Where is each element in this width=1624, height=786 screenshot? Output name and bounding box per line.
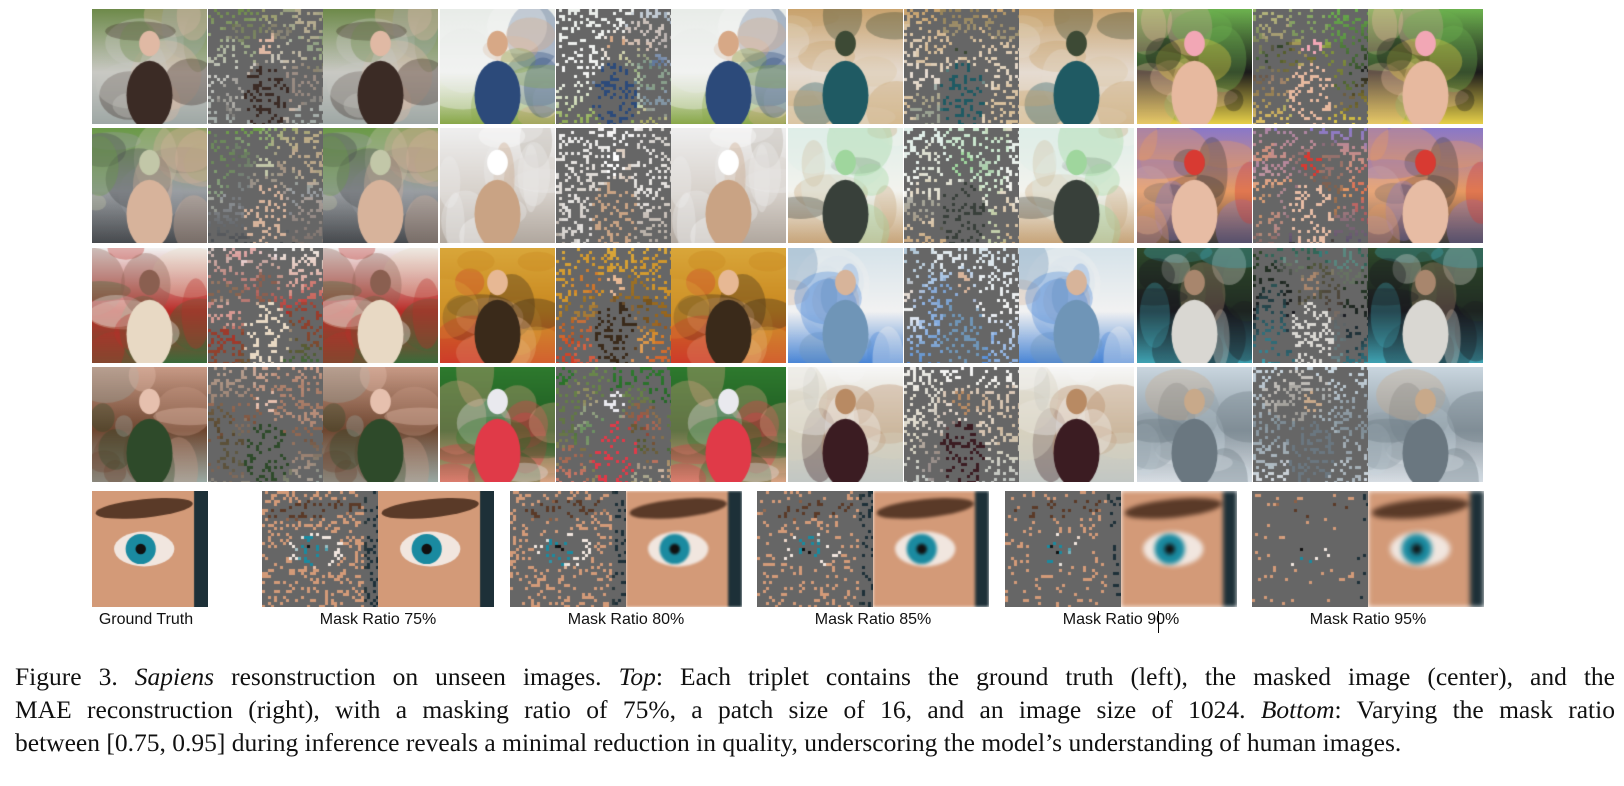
masked-eye-image (757, 491, 873, 607)
reconstructed-image (1019, 128, 1134, 243)
caption-line-1: Figure 3. Sapiens resonstruction on unse… (15, 660, 1615, 693)
ground-truth-image (788, 248, 903, 363)
ground-truth-image (92, 248, 207, 363)
masked-eye-image (262, 491, 378, 607)
masked-image (208, 128, 323, 243)
masked-image (208, 248, 323, 363)
masked-image (904, 9, 1019, 124)
ground-truth-image (1137, 9, 1252, 124)
reconstructed-image (323, 9, 438, 124)
caption-emphasis: Sapiens (134, 662, 215, 691)
masked-image (904, 367, 1019, 482)
reconstructed-image (323, 128, 438, 243)
ground-truth-image (1137, 367, 1252, 482)
mask-ratio-label: Mask Ratio 75% (319, 611, 437, 628)
ground-truth-label: Ground Truth (98, 611, 194, 628)
reconstructed-image (1019, 9, 1134, 124)
ground-truth-image (92, 9, 207, 124)
ground-truth-image (440, 367, 555, 482)
reconstructed-image (671, 128, 786, 243)
caption-line-3: between [0.75, 0.95] during inference re… (15, 726, 1615, 759)
reconstructed-image (1019, 248, 1134, 363)
reconstructed-eye-image (1368, 491, 1484, 607)
reconstructed-eye-image (626, 491, 742, 607)
masked-image (904, 128, 1019, 243)
caption-text: between [0.75, 0.95] during inference re… (15, 728, 1402, 757)
caption-text: resonstruction on unseen images. (214, 662, 619, 691)
ground-truth-image (1137, 128, 1252, 243)
masked-image (208, 9, 323, 124)
reconstructed-image (671, 9, 786, 124)
caption-emphasis: Bottom (1260, 695, 1335, 724)
ground-truth-image (440, 128, 555, 243)
masked-image (1253, 367, 1368, 482)
ground-truth-image (440, 9, 555, 124)
masked-image (1253, 248, 1368, 363)
masked-image (1253, 128, 1368, 243)
figure-3: Ground Truth Mask Ratio 75% Mask Ratio 80… (0, 0, 1624, 650)
caption-text: : Each triplet contains the ground truth… (655, 662, 1615, 691)
masked-eye-image (510, 491, 626, 607)
ground-truth-image (1137, 248, 1252, 363)
masked-image (556, 248, 671, 363)
ground-truth-eye-image (92, 491, 208, 607)
caption-text: : Varying the mask ratio (1334, 695, 1615, 724)
text-cursor (1158, 611, 1159, 633)
masked-image (556, 128, 671, 243)
masked-image (1253, 9, 1368, 124)
reconstructed-image (1019, 367, 1134, 482)
ground-truth-image (788, 367, 903, 482)
reconstructed-image (1368, 367, 1483, 482)
reconstructed-image (1368, 9, 1483, 124)
masked-image (208, 367, 323, 482)
caption-emphasis: Top (618, 662, 656, 691)
masked-image (556, 367, 671, 482)
mask-ratio-label: Mask Ratio 85% (814, 611, 932, 628)
reconstructed-image (323, 248, 438, 363)
caption-text: MAE reconstruction (right), with a maski… (15, 695, 1261, 724)
ground-truth-image (788, 9, 903, 124)
reconstructed-image (1368, 248, 1483, 363)
reconstructed-image (1368, 128, 1483, 243)
caption-text: Figure 3. (15, 662, 135, 691)
masked-eye-image (1252, 491, 1368, 607)
masked-image (556, 9, 671, 124)
reconstructed-eye-image (873, 491, 989, 607)
reconstructed-image (323, 367, 438, 482)
reconstructed-eye-image (1121, 491, 1237, 607)
mask-ratio-label: Mask Ratio 95% (1309, 611, 1427, 628)
reconstructed-eye-image (378, 491, 494, 607)
ground-truth-image (440, 248, 555, 363)
ground-truth-image (92, 128, 207, 243)
caption-line-2: MAE reconstruction (right), with a maski… (15, 693, 1615, 726)
masked-eye-image (1005, 491, 1121, 607)
reconstructed-image (671, 367, 786, 482)
mask-ratio-label: Mask Ratio 90% (1062, 611, 1180, 628)
mask-ratio-label: Mask Ratio 80% (567, 611, 685, 628)
ground-truth-image (92, 367, 207, 482)
masked-image (904, 248, 1019, 363)
reconstructed-image (671, 248, 786, 363)
ground-truth-image (788, 128, 903, 243)
figure-caption: Figure 3. Sapiens resonstruction on unse… (15, 660, 1615, 759)
